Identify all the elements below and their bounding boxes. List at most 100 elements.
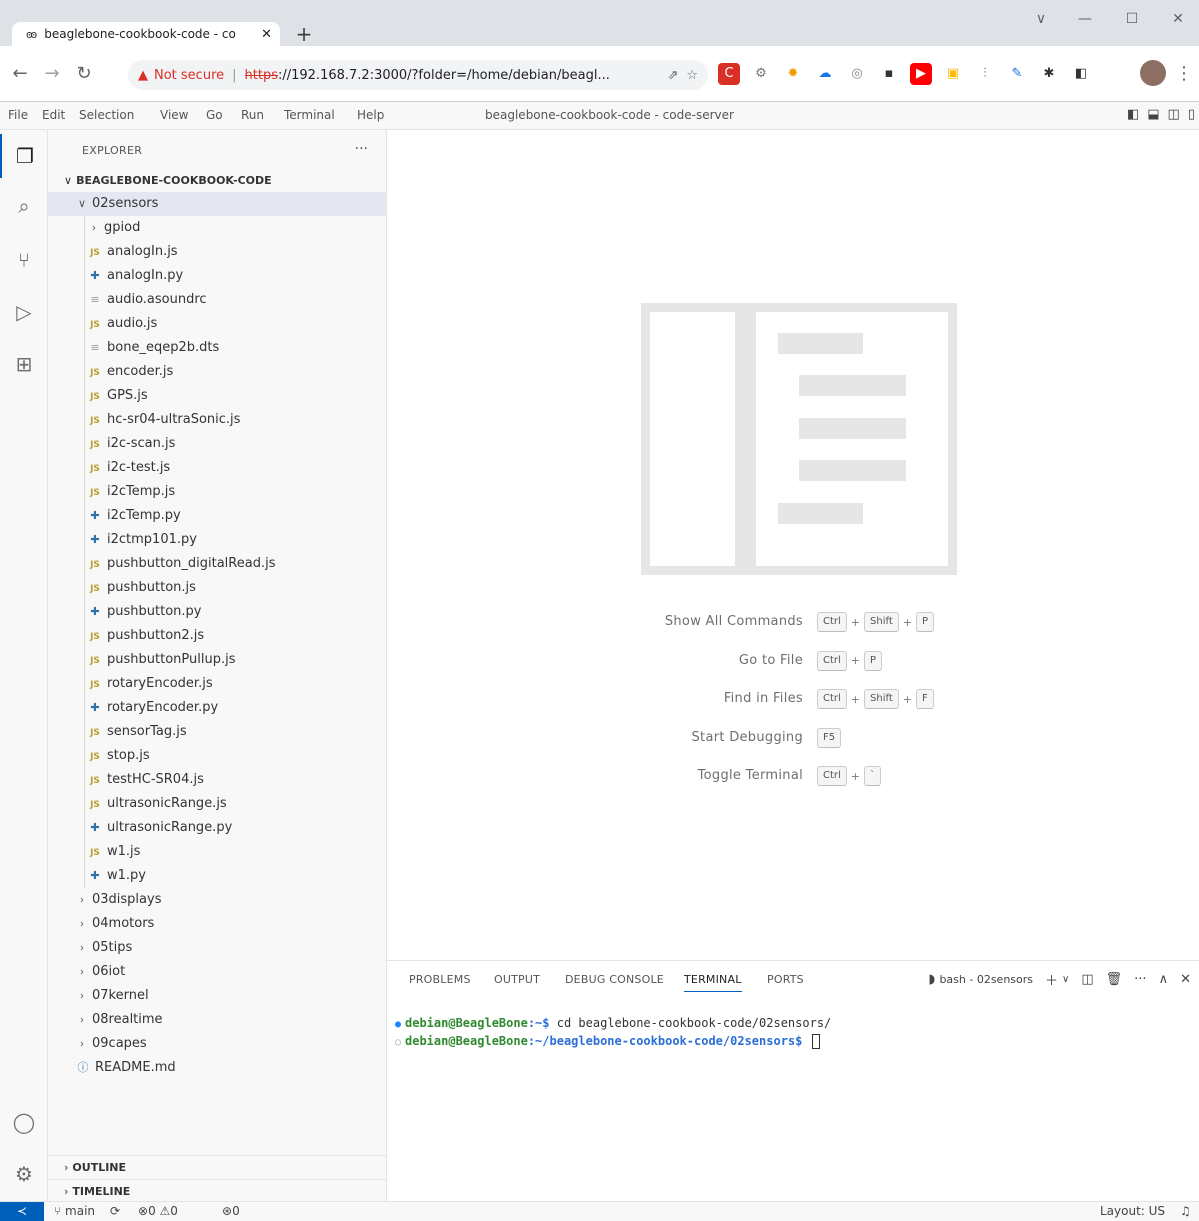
tab-ports[interactable]: PORTS	[767, 973, 804, 986]
terminal-selector[interactable]: ◗ bash - 02sensors	[928, 972, 1033, 987]
browser-tab[interactable]: ꙭ beaglebone-cookbook-code - co ✕	[12, 22, 280, 46]
sidepanel-icon[interactable]: ◧	[1070, 63, 1092, 85]
puzzle-extension-icon[interactable]: ✱	[1038, 63, 1060, 85]
trash-icon[interactable]: 🗑	[1106, 972, 1123, 987]
close-panel-icon[interactable]: ✕	[1180, 972, 1191, 987]
tree-folder[interactable]: ∨ 02sensors	[48, 192, 386, 216]
extensions-icon[interactable]: ⊞	[0, 342, 48, 386]
tree-file[interactable]: JS stop.js	[48, 744, 386, 768]
menu-go[interactable]: Go	[206, 108, 223, 122]
tree-folder[interactable]: › 05tips	[48, 936, 386, 960]
toggle-secondary-sidebar-icon[interactable]: ◫	[1168, 107, 1180, 122]
menu-terminal[interactable]: Terminal	[284, 108, 335, 122]
youtube-extension-icon[interactable]: ▶	[910, 63, 932, 85]
tree-file[interactable]: JS encoder.js	[48, 360, 386, 384]
tree-file[interactable]: ✚ i2ctmp101.py	[48, 528, 386, 552]
shortcut-label[interactable]: Show All Commands	[665, 614, 803, 629]
reload-icon[interactable]: ↻	[72, 62, 96, 86]
circle-extension-icon[interactable]: ◎	[846, 63, 868, 85]
tree-folder[interactable]: › 07kernel	[48, 984, 386, 1008]
tree-file[interactable]: ✚ ultrasonicRange.py	[48, 816, 386, 840]
tab-output[interactable]: OUTPUT	[494, 973, 540, 986]
tab-terminal[interactable]: TERMINAL	[684, 973, 742, 992]
new-terminal-icon[interactable]: ＋	[1045, 970, 1058, 989]
tree-folder[interactable]: › gpiod	[48, 216, 386, 240]
profile-avatar[interactable]	[1140, 60, 1166, 86]
tree-file[interactable]: ✚ pushbutton.py	[48, 600, 386, 624]
tree-file[interactable]: JS GPS.js	[48, 384, 386, 408]
problems-indicator[interactable]: ⊗0 ⚠0	[138, 1204, 178, 1218]
tree-file[interactable]: JS analogIn.js	[48, 240, 386, 264]
tree-file[interactable]: JS i2c-scan.js	[48, 432, 386, 456]
share-icon[interactable]: ⇗	[667, 68, 678, 83]
keep-extension-icon[interactable]: ▣	[942, 63, 964, 85]
outline-section[interactable]: › OUTLINE	[48, 1155, 386, 1179]
opera-extension-icon[interactable]: C	[718, 63, 740, 85]
more-actions-icon[interactable]: ···	[355, 141, 368, 157]
accounts-icon[interactable]: ◯	[0, 1100, 48, 1144]
cloud-extension-icon[interactable]: ☁	[814, 63, 836, 85]
search-icon[interactable]: ⌕	[0, 184, 48, 228]
menu-selection[interactable]: Selection	[79, 108, 134, 122]
source-control-icon[interactable]: ⑂	[0, 238, 48, 282]
tab-debug-console[interactable]: DEBUG CONSOLE	[565, 973, 664, 986]
tree-folder[interactable]: › 03displays	[48, 888, 386, 912]
tab-search-icon[interactable]: ∨	[1021, 6, 1061, 32]
tree-file[interactable]: JS rotaryEncoder.js	[48, 672, 386, 696]
tree-file[interactable]: ⓘ README.md	[48, 1056, 386, 1080]
tree-file[interactable]: JS pushbutton.js	[48, 576, 386, 600]
tree-file[interactable]: ≡ audio.asoundrc	[48, 288, 386, 312]
bottle-extension-icon[interactable]: ⫶	[974, 63, 996, 85]
remote-indicator[interactable]: ≺	[0, 1202, 44, 1221]
shortcut-label[interactable]: Go to File	[739, 653, 803, 668]
tree-file[interactable]: JS ultrasonicRange.js	[48, 792, 386, 816]
browser-menu-icon[interactable]: ⋮	[1172, 62, 1196, 86]
toggle-sidebar-icon[interactable]: ◧	[1127, 107, 1139, 122]
tree-file[interactable]: JS sensorTag.js	[48, 720, 386, 744]
tree-file[interactable]: JS w1.js	[48, 840, 386, 864]
close-icon[interactable]: ✕	[261, 27, 272, 42]
shortcut-label[interactable]: Start Debugging	[692, 730, 804, 745]
notifications-bell-icon[interactable]: ♫	[1180, 1204, 1191, 1218]
forward-arrow-icon[interactable]: →	[40, 62, 64, 86]
tree-file[interactable]: ✚ rotaryEncoder.py	[48, 696, 386, 720]
toggle-panel-icon[interactable]: ⬓	[1147, 107, 1159, 122]
tree-file[interactable]: JS testHC-SR04.js	[48, 768, 386, 792]
minimize-button[interactable]: —	[1065, 6, 1105, 32]
tree-folder[interactable]: › 09capes	[48, 1032, 386, 1056]
terminal-output[interactable]: ● debian@BeagleBone:~$ cd beaglebone-cook…	[395, 1015, 831, 1051]
tree-file[interactable]: JS audio.js	[48, 312, 386, 336]
menu-edit[interactable]: Edit	[42, 108, 65, 122]
tree-file[interactable]: ✚ i2cTemp.py	[48, 504, 386, 528]
customize-layout-icon[interactable]: ▯	[1188, 107, 1195, 122]
tree-file[interactable]: ≡ bone_eqep2b.dts	[48, 336, 386, 360]
sun-extension-icon[interactable]: ✹	[782, 63, 804, 85]
tree-file[interactable]: JS i2c-test.js	[48, 456, 386, 480]
maximize-panel-icon[interactable]: ∧	[1159, 972, 1169, 987]
menu-file[interactable]: File	[8, 108, 28, 122]
close-window-button[interactable]: ✕	[1158, 6, 1198, 32]
keyboard-layout[interactable]: Layout: US	[1100, 1204, 1165, 1218]
root-folder[interactable]: ∨ BEAGLEBONE-COOKBOOK-CODE	[48, 170, 386, 192]
tree-folder[interactable]: › 08realtime	[48, 1008, 386, 1032]
tree-file[interactable]: JS pushbutton_digitalRead.js	[48, 552, 386, 576]
more-actions-icon[interactable]: ···	[1134, 972, 1146, 987]
address-bar[interactable]: ▲ Not secure | https://192.168.7.2:3000/…	[128, 60, 708, 90]
tree-folder[interactable]: › 06iot	[48, 960, 386, 984]
new-tab-button[interactable]: +	[292, 22, 316, 46]
tab-problems[interactable]: PROBLEMS	[409, 973, 471, 986]
gear-extension-icon[interactable]: ⚙	[750, 63, 772, 85]
bookmark-star-icon[interactable]: ☆	[686, 68, 698, 83]
ports-indicator[interactable]: ⊛0	[222, 1204, 240, 1218]
terminal-extension-icon[interactable]: ▪	[878, 63, 900, 85]
menu-view[interactable]: View	[160, 108, 188, 122]
shortcut-label[interactable]: Find in Files	[724, 691, 803, 706]
menu-help[interactable]: Help	[357, 108, 384, 122]
run-debug-icon[interactable]: ▷	[0, 290, 48, 334]
timeline-section[interactable]: › TIMELINE	[48, 1179, 386, 1201]
settings-gear-icon[interactable]: ⚙	[0, 1152, 48, 1196]
split-terminal-icon[interactable]: ◫	[1081, 972, 1093, 987]
tree-file[interactable]: JS hc-sr04-ultraSonic.js	[48, 408, 386, 432]
tree-file[interactable]: ✚ w1.py	[48, 864, 386, 888]
tree-file[interactable]: JS pushbutton2.js	[48, 624, 386, 648]
